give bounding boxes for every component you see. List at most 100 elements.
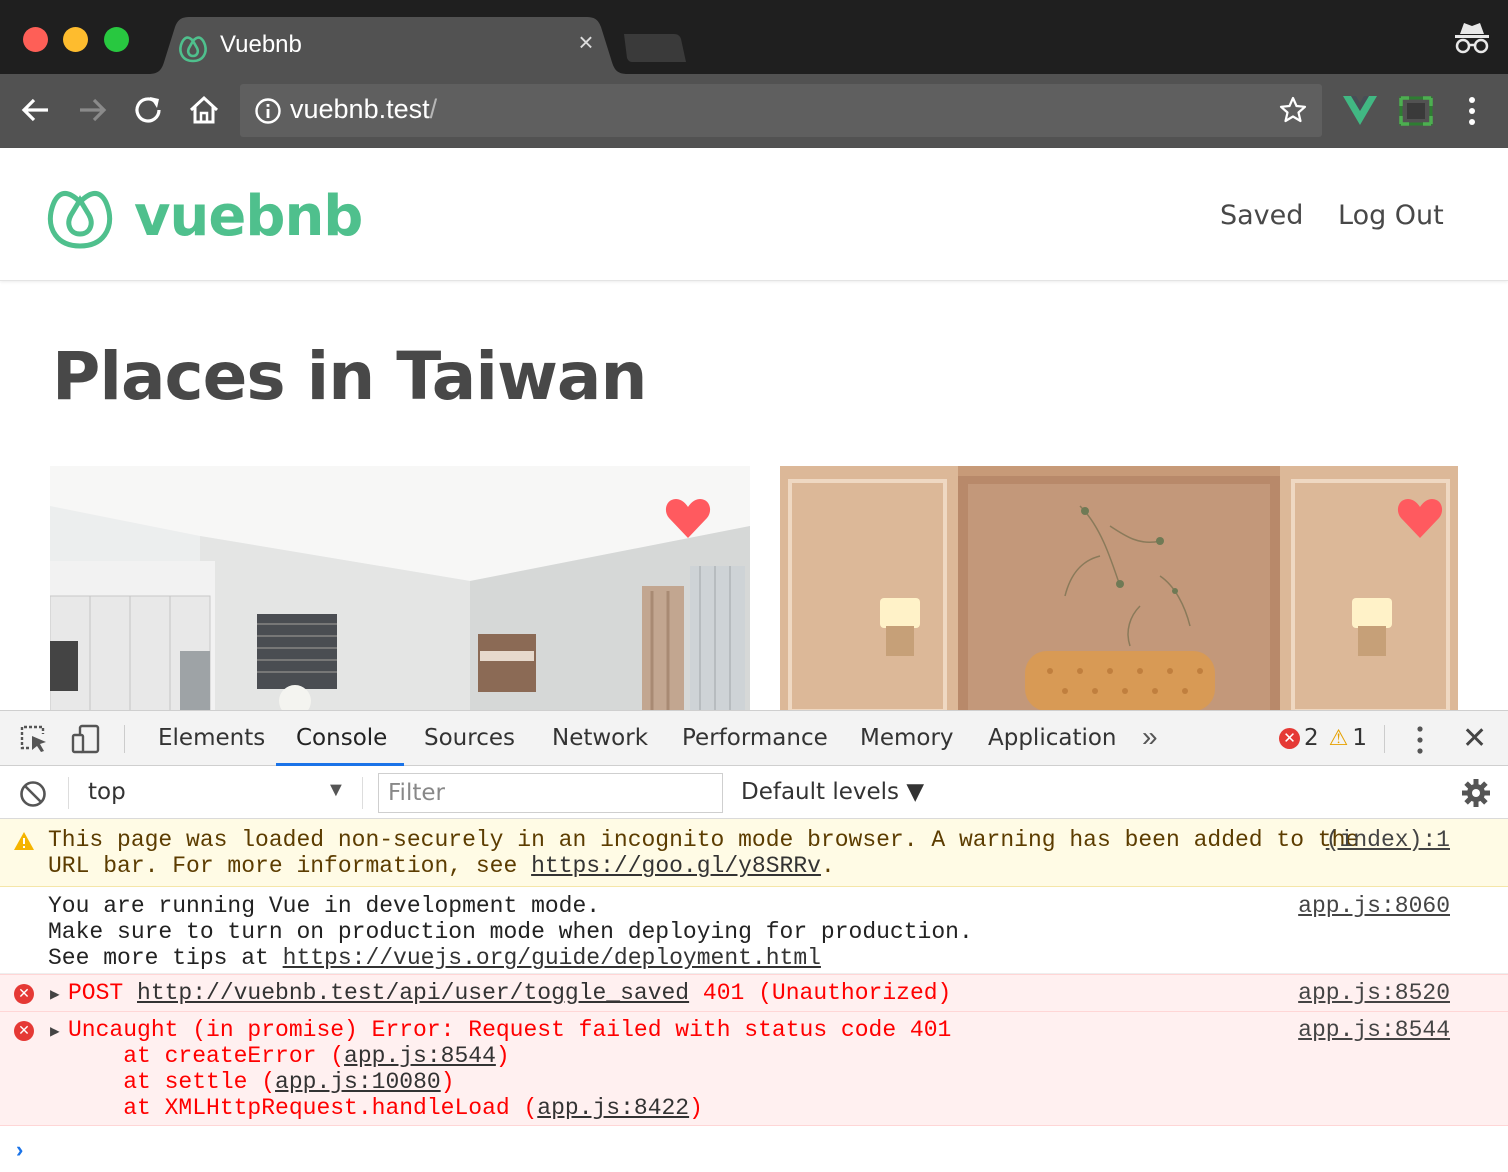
save-heart-icon[interactable] bbox=[1396, 496, 1444, 540]
warning-info-link[interactable]: https://goo.gl/y8SRRv bbox=[531, 853, 821, 879]
log-line-3: See more tips at https://vuejs.org/guide… bbox=[48, 945, 821, 971]
window-close-button[interactable] bbox=[23, 27, 48, 52]
window-minimize-button[interactable] bbox=[63, 27, 88, 52]
stack-frame: at createError (app.js:8544) bbox=[68, 1043, 509, 1069]
stack-frame-link[interactable]: app.js:10080 bbox=[275, 1069, 441, 1095]
tab-console[interactable]: Console bbox=[296, 725, 387, 751]
warning-count: 1 bbox=[1352, 725, 1368, 751]
console-prompt-chevron-icon[interactable]: › bbox=[16, 1137, 23, 1163]
error-2-message: Uncaught (in promise) Error: Request fai… bbox=[68, 1017, 952, 1043]
screen-capture-extension-icon[interactable] bbox=[1398, 94, 1434, 128]
error-icon: ✕ bbox=[14, 984, 34, 1004]
stack-frame-suffix: ) bbox=[689, 1095, 703, 1121]
error-1-text: POST http://vuebnb.test/api/user/toggle_… bbox=[68, 980, 951, 1006]
console-filter-input[interactable] bbox=[378, 773, 723, 813]
tab-elements[interactable]: Elements bbox=[158, 725, 265, 751]
toolbar-divider bbox=[1384, 725, 1385, 753]
clear-console-icon[interactable] bbox=[18, 779, 48, 809]
reload-icon[interactable] bbox=[128, 90, 168, 130]
url-text[interactable]: vuebnb.test/ bbox=[290, 94, 437, 125]
tab-performance[interactable]: Performance bbox=[682, 725, 828, 751]
tab-close-icon[interactable]: × bbox=[573, 29, 599, 55]
stack-frame: at XMLHttpRequest.handleLoad (app.js:842… bbox=[68, 1095, 703, 1121]
stack-frame-text: at XMLHttpRequest.handleLoad ( bbox=[68, 1095, 538, 1121]
context-select[interactable]: top bbox=[88, 779, 126, 805]
context-dropdown-arrow-icon[interactable]: ▼ bbox=[326, 779, 346, 802]
more-tabs-chevron-icon[interactable]: » bbox=[1142, 721, 1158, 753]
new-tab-button[interactable] bbox=[620, 34, 688, 64]
filter-divider bbox=[68, 777, 69, 809]
source-link[interactable]: app.js:8520 bbox=[1298, 980, 1450, 1006]
tab-application[interactable]: Application bbox=[988, 725, 1117, 751]
source-link[interactable]: app.js:8544 bbox=[1298, 1017, 1450, 1043]
browser-menu-icon[interactable] bbox=[1460, 94, 1484, 128]
url-path: / bbox=[429, 94, 438, 124]
stack-frame-suffix: ) bbox=[440, 1069, 455, 1095]
inspect-element-icon[interactable] bbox=[18, 723, 50, 755]
console-warning-message: This page was loaded non-securely in an … bbox=[0, 819, 1508, 887]
home-icon[interactable] bbox=[184, 90, 224, 130]
vuebnb-favicon-icon bbox=[179, 36, 207, 63]
tab-network[interactable]: Network bbox=[552, 725, 648, 751]
warning-icon bbox=[14, 832, 34, 850]
window-titlebar: Vuebnb × bbox=[0, 0, 1508, 74]
console-log-message: You are running Vue in development mode.… bbox=[0, 887, 1508, 974]
tab-sources[interactable]: Sources bbox=[424, 725, 515, 751]
url-host: vuebnb.test bbox=[290, 94, 430, 124]
back-arrow-icon[interactable] bbox=[16, 90, 56, 130]
log-line-2: Make sure to turn on production mode whe… bbox=[48, 919, 973, 945]
error-icon: ✕ bbox=[14, 1021, 34, 1041]
warning-text-suffix: . bbox=[820, 853, 835, 879]
devtools-menu-icon[interactable] bbox=[1410, 723, 1430, 757]
window-maximize-button[interactable] bbox=[104, 27, 129, 52]
vue-deployment-link[interactable]: https://vuejs.org/guide/deployment.html bbox=[283, 945, 821, 971]
console-settings-gear-icon[interactable] bbox=[1460, 777, 1492, 809]
issue-counter[interactable]: ✕ 2 ⚠ 1 bbox=[1279, 725, 1367, 751]
console-messages: This page was loaded non-securely in an … bbox=[0, 819, 1508, 1126]
brand-name[interactable]: vuebnb bbox=[134, 184, 363, 249]
log-levels-dropdown[interactable]: Default levels ▼ bbox=[741, 779, 924, 805]
devtools-tabbar: Elements Console Sources Network Perform… bbox=[0, 711, 1508, 766]
stack-frame-link[interactable]: app.js:8544 bbox=[344, 1043, 496, 1069]
vuebnb-logo-icon[interactable] bbox=[46, 178, 114, 250]
incognito-icon[interactable] bbox=[1452, 20, 1492, 56]
expand-caret-icon[interactable]: ▶ bbox=[50, 982, 60, 1008]
filter-divider bbox=[362, 777, 363, 809]
stack-frame-text: at settle ( bbox=[68, 1069, 276, 1095]
devtools-close-icon[interactable]: ✕ bbox=[1462, 721, 1487, 756]
warning-text-prefix: URL bar. For more information, see bbox=[48, 853, 532, 879]
stack-frame-link[interactable]: app.js:8422 bbox=[537, 1095, 689, 1121]
browser-tab[interactable]: Vuebnb × bbox=[148, 17, 628, 74]
toolbar-divider bbox=[124, 725, 125, 753]
source-link[interactable]: app.js:8060 bbox=[1298, 893, 1450, 919]
error-1-url-link[interactable]: http://vuebnb.test/api/user/toggle_saved bbox=[137, 980, 689, 1006]
console-error-message[interactable]: ✕ ▶ POST http://vuebnb.test/api/user/tog… bbox=[0, 974, 1508, 1012]
nav-saved-link[interactable]: Saved bbox=[1220, 200, 1303, 231]
devtools-panel: Elements Console Sources Network Perform… bbox=[0, 710, 1508, 1172]
tab-title: Vuebnb bbox=[220, 31, 302, 58]
listing-image bbox=[780, 466, 1458, 711]
page-title: Places in Taiwan bbox=[52, 338, 647, 415]
tab-memory[interactable]: Memory bbox=[860, 725, 954, 751]
warning-text-line-1: This page was loaded non-securely in an … bbox=[48, 827, 1360, 853]
error-count: 2 bbox=[1304, 725, 1319, 751]
expand-caret-icon[interactable]: ▶ bbox=[50, 1019, 60, 1045]
forward-arrow-icon[interactable] bbox=[72, 90, 112, 130]
listing-card[interactable] bbox=[50, 466, 750, 711]
listing-image bbox=[50, 466, 750, 711]
device-toolbar-icon[interactable] bbox=[70, 723, 102, 755]
save-heart-icon[interactable] bbox=[664, 496, 712, 540]
console-error-message[interactable]: ✕ ▶ Uncaught (in promise) Error: Request… bbox=[0, 1012, 1508, 1126]
nav-logout-link[interactable]: Log Out bbox=[1338, 200, 1444, 231]
bookmark-star-icon[interactable] bbox=[1278, 95, 1308, 125]
console-filter-bar: top ▼ Default levels ▼ bbox=[0, 767, 1508, 819]
address-bar[interactable]: vuebnb.test/ bbox=[240, 84, 1322, 137]
log-line-1: You are running Vue in development mode. bbox=[48, 893, 601, 919]
vue-devtools-extension-icon[interactable] bbox=[1342, 94, 1378, 126]
listing-card[interactable] bbox=[780, 466, 1458, 711]
error-1-method: POST bbox=[68, 980, 138, 1006]
stack-frame: at settle (app.js:10080) bbox=[68, 1069, 455, 1095]
site-header: vuebnb Saved Log Out bbox=[0, 148, 1508, 281]
info-icon[interactable] bbox=[254, 97, 282, 125]
source-link[interactable]: (index):1 bbox=[1326, 827, 1450, 853]
